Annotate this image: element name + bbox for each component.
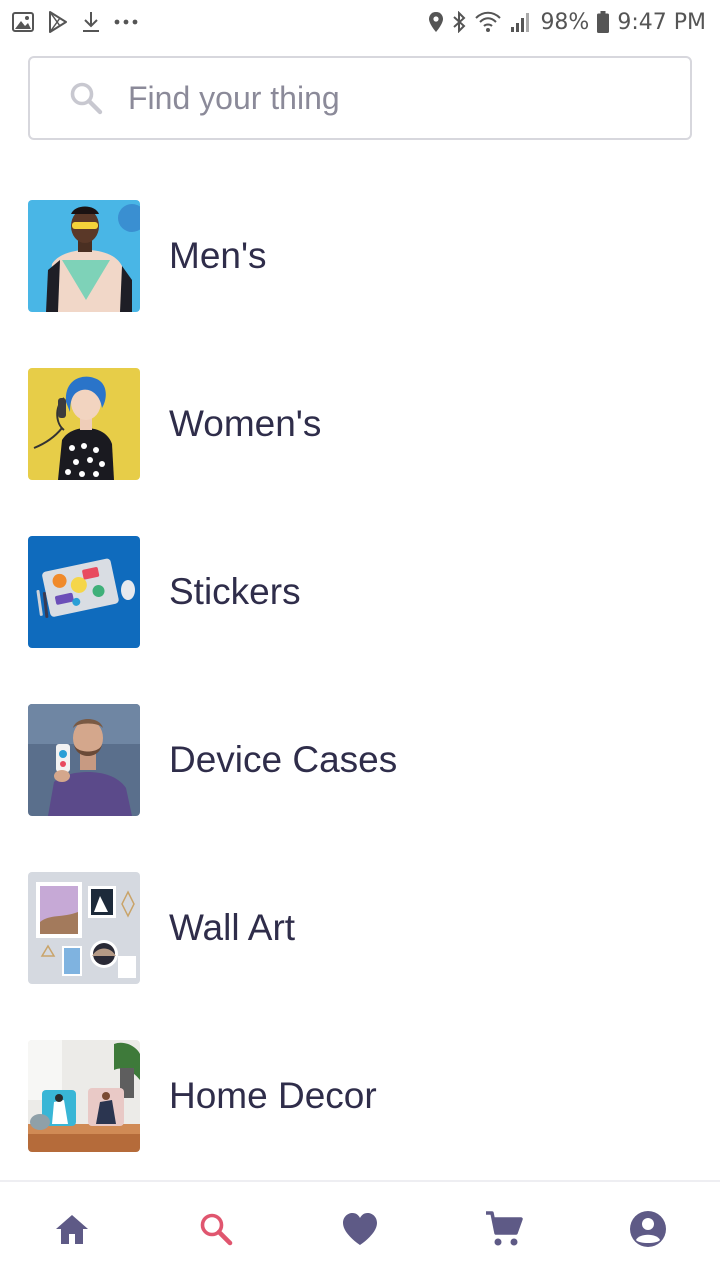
home-decor-thumbnail — [28, 1040, 140, 1152]
category-item-device-cases[interactable]: Device Cases — [0, 676, 720, 844]
category-label: Home Decor — [169, 1075, 377, 1116]
category-item-wall-art[interactable]: Wall Art — [0, 844, 720, 1012]
home-icon — [54, 1213, 90, 1250]
bottom-navigation — [0, 1180, 720, 1280]
category-label: Women's — [169, 403, 322, 444]
nav-search-button[interactable] — [156, 1181, 276, 1280]
search-icon — [199, 1212, 233, 1251]
more-icon — [114, 19, 138, 25]
battery-percent: 98% — [540, 9, 590, 35]
image-icon — [12, 12, 34, 32]
wifi-icon — [474, 11, 502, 33]
category-list: Men's Women's Stickers Device Cases Wall… — [0, 172, 720, 1180]
search-input[interactable] — [128, 79, 608, 117]
status-right: 98% 9:47 PM — [428, 10, 706, 35]
category-item-womens[interactable]: Women's — [0, 340, 720, 508]
nav-favorites-button[interactable] — [300, 1181, 420, 1280]
category-label: Stickers — [169, 571, 301, 612]
play-store-icon — [48, 11, 68, 33]
heart-icon — [341, 1212, 379, 1251]
category-item-home-decor[interactable]: Home Decor — [0, 1012, 720, 1180]
womens-thumbnail — [28, 368, 140, 480]
category-label: Device Cases — [169, 739, 398, 780]
battery-icon — [597, 11, 610, 33]
device-cases-thumbnail — [28, 704, 140, 816]
search-icon — [66, 78, 106, 118]
category-label: Men's — [169, 235, 267, 276]
stickers-thumbnail — [28, 536, 140, 648]
category-label: Wall Art — [169, 907, 296, 948]
cart-icon — [485, 1210, 523, 1252]
location-icon — [428, 11, 444, 33]
status-bar: 98% 9:47 PM — [0, 0, 720, 44]
wall-art-thumbnail — [28, 872, 140, 984]
bluetooth-icon — [452, 11, 466, 33]
signal-icon — [510, 11, 532, 33]
account-icon — [629, 1210, 667, 1253]
clock: 9:47 PM — [617, 9, 706, 35]
nav-home-button[interactable] — [12, 1181, 132, 1280]
nav-account-button[interactable] — [588, 1181, 708, 1280]
category-item-stickers[interactable]: Stickers — [0, 508, 720, 676]
download-icon — [82, 11, 100, 33]
search-bar[interactable] — [28, 56, 692, 140]
nav-cart-button[interactable] — [444, 1181, 564, 1280]
status-left — [12, 11, 138, 33]
mens-thumbnail — [28, 200, 140, 312]
category-item-mens[interactable]: Men's — [0, 172, 720, 340]
